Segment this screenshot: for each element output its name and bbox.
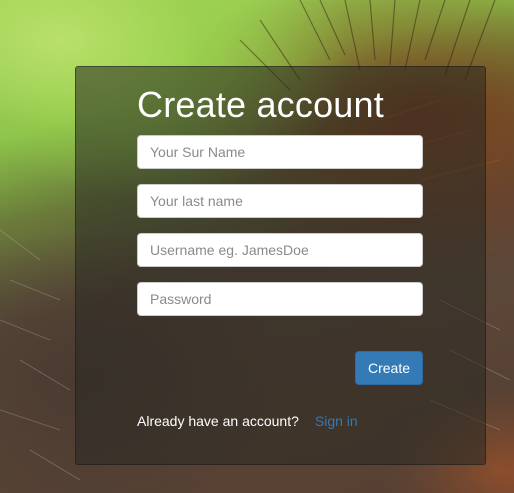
already-have-account-text: Already have an account? <box>137 413 299 429</box>
password-field[interactable] <box>137 282 423 316</box>
surname-field[interactable] <box>137 135 423 169</box>
page-title: Create account <box>137 84 384 125</box>
signin-link[interactable]: Sign in <box>315 413 358 429</box>
signin-row: Already have an account? Sign in <box>137 413 358 429</box>
username-field[interactable] <box>137 233 423 267</box>
lastname-field[interactable] <box>137 184 423 218</box>
create-button[interactable]: Create <box>355 351 423 385</box>
